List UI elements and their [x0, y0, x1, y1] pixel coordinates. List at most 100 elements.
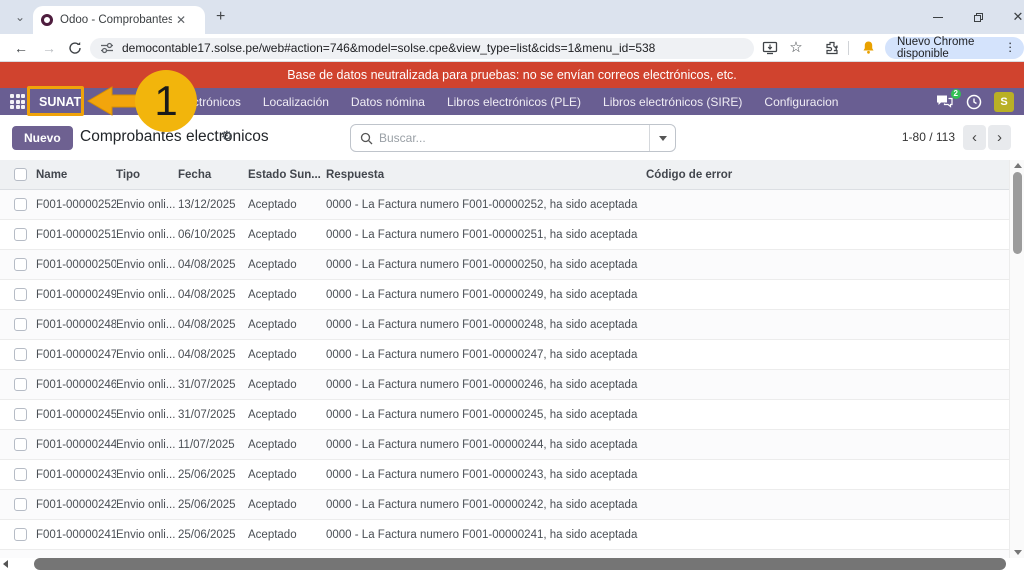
row-checkbox[interactable]	[14, 318, 27, 331]
vertical-scrollbar-thumb[interactable]	[1013, 172, 1022, 254]
notification-bell-icon[interactable]	[858, 38, 878, 58]
navbar-menu-item[interactable]: Libros electrónicos (SIRE)	[603, 95, 742, 109]
extensions-icon[interactable]	[822, 38, 842, 58]
row-name[interactable]: F001-00000247	[36, 349, 116, 361]
select-all-checkbox[interactable]	[14, 168, 27, 181]
row-fecha: 25/06/2025	[178, 469, 248, 481]
navbar-menu-item[interactable]: Datos nómina	[351, 95, 425, 109]
row-checkbox[interactable]	[14, 408, 27, 421]
odoo-favicon-icon	[41, 14, 53, 26]
new-tab-button[interactable]: +	[216, 8, 225, 26]
pager-range: 1-80 / 113	[860, 130, 955, 144]
search-input[interactable]	[373, 131, 649, 145]
url-text[interactable]: democontable17.solse.pe/web#action=746&m…	[122, 41, 655, 55]
row-checkbox[interactable]	[14, 228, 27, 241]
user-avatar[interactable]: S	[994, 92, 1014, 112]
search-icon	[360, 132, 373, 145]
apps-menu-icon[interactable]	[10, 94, 25, 109]
header-codigo-error[interactable]: Código de error	[646, 169, 1009, 181]
row-name[interactable]: F001-00000249	[36, 289, 116, 301]
navbar-menu-item[interactable]: Documentos electrónicos	[106, 95, 241, 109]
row-name[interactable]: F001-00000248	[36, 319, 116, 331]
table-row[interactable]: F001-00000241 Envio onli... 25/06/2025 A…	[0, 520, 1009, 550]
reload-button[interactable]	[64, 37, 86, 59]
row-name[interactable]: F001-00000241	[36, 529, 116, 541]
table-row[interactable]: F001-00000248 Envio onli... 04/08/2025 A…	[0, 310, 1009, 340]
navbar-menu-item[interactable]: Localización	[263, 95, 329, 109]
row-respuesta: 0000 - La Factura numero F001-00000242, …	[326, 499, 646, 511]
window-close-button[interactable]: ✕	[998, 0, 1024, 34]
table-row[interactable]: F001-00000249 Envio onli... 04/08/2025 A…	[0, 280, 1009, 310]
row-checkbox[interactable]	[14, 438, 27, 451]
odoo-navbar: SUNAT Documentos electrónicos Localizació…	[0, 88, 1024, 115]
window-restore-button[interactable]	[958, 0, 998, 34]
row-name[interactable]: F001-00000246	[36, 379, 116, 391]
row-checkbox[interactable]	[14, 528, 27, 541]
row-estado: Aceptado	[248, 289, 326, 301]
row-name[interactable]: F001-00000244	[36, 439, 116, 451]
header-name[interactable]: Name	[36, 169, 116, 181]
gear-icon[interactable]: ⚙	[221, 128, 233, 144]
row-estado: Aceptado	[248, 229, 326, 241]
row-checkbox[interactable]	[14, 198, 27, 211]
scroll-left-icon[interactable]	[3, 560, 8, 568]
new-button[interactable]: Nuevo	[12, 126, 73, 150]
tab-close-icon[interactable]: ✕	[176, 13, 186, 27]
browser-tab[interactable]: Odoo - Comprobantes electron ✕	[33, 6, 205, 34]
back-button[interactable]: ←	[10, 37, 32, 59]
row-name[interactable]: F001-00000245	[36, 409, 116, 421]
navbar-menu-item[interactable]: Libros electrónicos (PLE)	[447, 95, 581, 109]
table-row[interactable]: F001-00000250 Envio onli... 04/08/2025 A…	[0, 250, 1009, 280]
vertical-scrollbar[interactable]	[1009, 160, 1024, 558]
row-name[interactable]: F001-00000242	[36, 499, 116, 511]
clock-icon	[966, 94, 982, 110]
horizontal-scrollbar-thumb[interactable]	[34, 558, 1006, 570]
row-fecha: 06/10/2025	[178, 229, 248, 241]
row-name[interactable]: F001-00000243	[36, 469, 116, 481]
messages-button[interactable]: 2	[936, 94, 954, 109]
table-row[interactable]: F001-00000246 Envio onli... 31/07/2025 A…	[0, 370, 1009, 400]
row-name[interactable]: F001-00000252	[36, 199, 116, 211]
scroll-down-icon[interactable]	[1014, 550, 1022, 555]
header-fecha[interactable]: Fecha	[178, 169, 248, 181]
address-bar[interactable]: democontable17.solse.pe/web#action=746&m…	[90, 38, 754, 59]
table-row[interactable]: F001-00000244 Envio onli... 11/07/2025 A…	[0, 430, 1009, 460]
row-checkbox[interactable]	[14, 498, 27, 511]
forward-button[interactable]: →	[38, 37, 60, 59]
pager-next-button[interactable]: ›	[988, 125, 1011, 150]
tab-search-icon[interactable]: ⌄	[12, 9, 28, 25]
row-respuesta: 0000 - La Factura numero F001-00000241, …	[326, 529, 646, 541]
table-row[interactable]: F001-00000247 Envio onli... 04/08/2025 A…	[0, 340, 1009, 370]
table-row[interactable]: F001-00000251 Envio onli... 06/10/2025 A…	[0, 220, 1009, 250]
header-respuesta[interactable]: Respuesta	[326, 169, 646, 181]
row-checkbox[interactable]	[14, 288, 27, 301]
row-checkbox[interactable]	[14, 468, 27, 481]
horizontal-scrollbar[interactable]	[0, 556, 1024, 572]
row-tipo: Envio onli...	[116, 349, 178, 361]
row-estado: Aceptado	[248, 349, 326, 361]
window-minimize-button[interactable]	[918, 0, 958, 34]
header-tipo[interactable]: Tipo	[116, 169, 178, 181]
search-filter-dropdown[interactable]	[649, 125, 675, 151]
row-name[interactable]: F001-00000250	[36, 259, 116, 271]
table-row[interactable]: F001-00000245 Envio onli... 31/07/2025 A…	[0, 400, 1009, 430]
chrome-update-pill[interactable]: Nuevo Chrome disponible ⋮	[885, 37, 1024, 59]
bookmark-star-icon[interactable]: ☆	[786, 38, 806, 58]
browser-menu-icon[interactable]: ⋮	[1005, 43, 1017, 53]
table-row[interactable]: F001-00000242 Envio onli... 25/06/2025 A…	[0, 490, 1009, 520]
app-name-sunat[interactable]: SUNAT	[39, 95, 81, 109]
header-estado[interactable]: Estado Sun...	[248, 169, 326, 181]
install-app-icon[interactable]	[760, 38, 780, 58]
table-row[interactable]: F001-00000252 Envio onli... 13/12/2025 A…	[0, 190, 1009, 220]
pager-prev-button[interactable]: ‹	[963, 125, 986, 150]
table-row[interactable]: F001-00000243 Envio onli... 25/06/2025 A…	[0, 460, 1009, 490]
activities-button[interactable]	[966, 94, 982, 110]
row-respuesta: 0000 - La Factura numero F001-00000251, …	[326, 229, 646, 241]
scroll-up-icon[interactable]	[1014, 163, 1022, 168]
site-settings-icon[interactable]	[100, 41, 114, 55]
row-checkbox[interactable]	[14, 348, 27, 361]
row-name[interactable]: F001-00000251	[36, 229, 116, 241]
row-checkbox[interactable]	[14, 258, 27, 271]
row-checkbox[interactable]	[14, 378, 27, 391]
navbar-menu-item[interactable]: Configuracion	[764, 95, 838, 109]
